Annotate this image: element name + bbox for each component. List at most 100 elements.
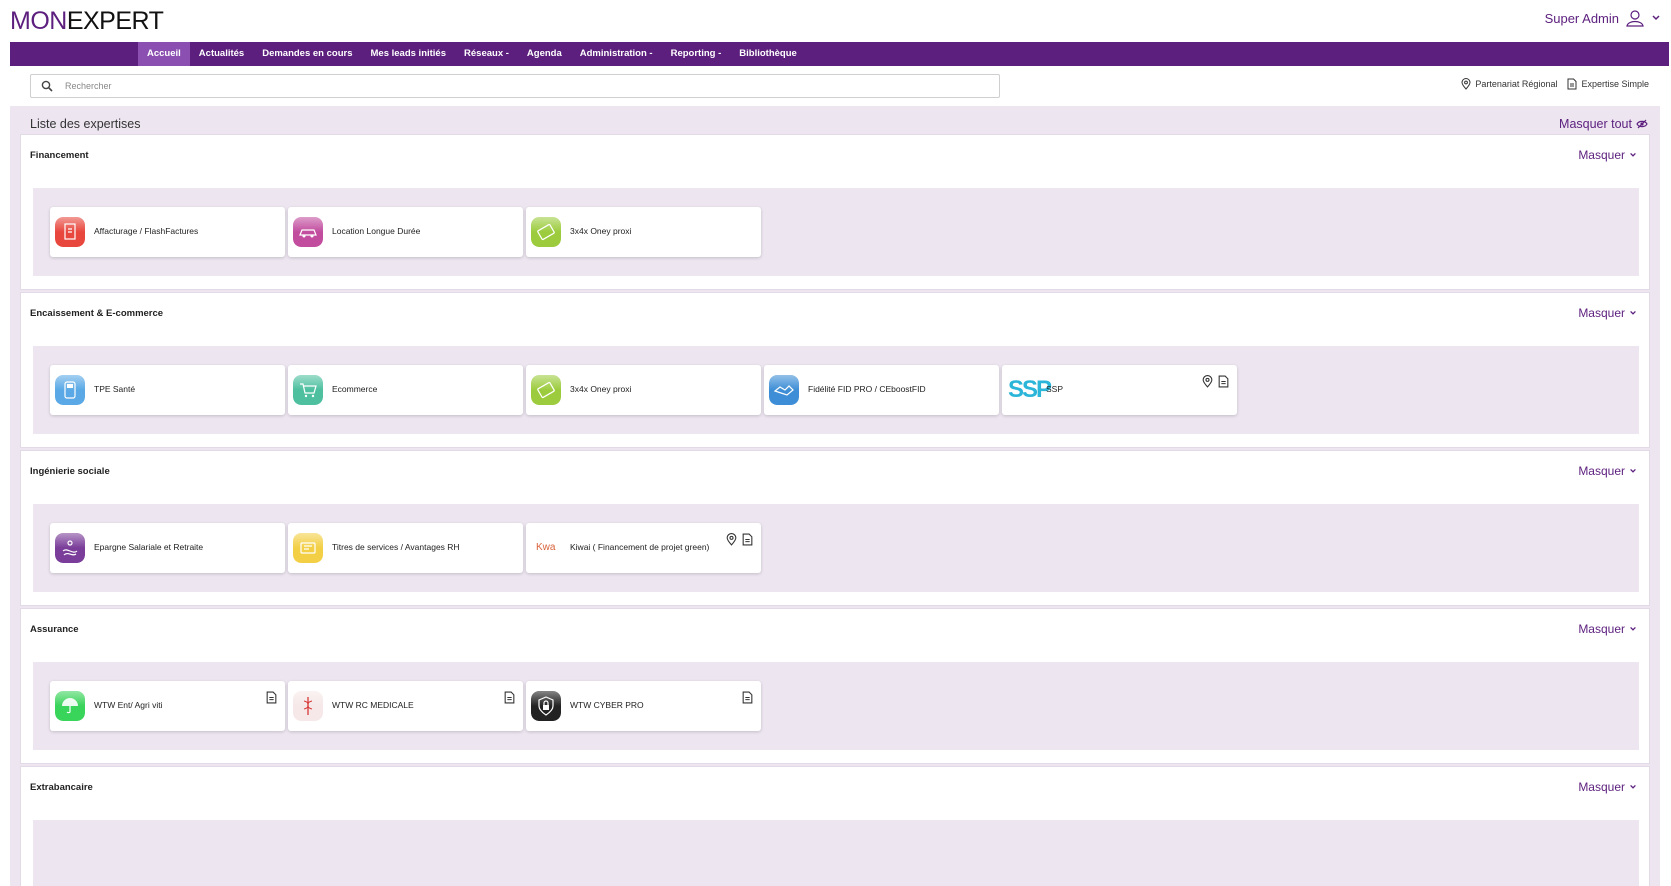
section-cards: Affacturage / FlashFactures Location Long… <box>33 188 1639 276</box>
expertise-card[interactable]: SSP SSP <box>1002 365 1237 415</box>
list-title: Liste des expertises <box>30 117 141 131</box>
section-toggle-button[interactable]: Masquer <box>1578 780 1637 794</box>
terminal-icon <box>55 375 85 405</box>
expertise-card[interactable]: WTW RC MEDICALE <box>288 681 523 731</box>
document-icon <box>742 691 753 704</box>
document-icon <box>1567 78 1577 90</box>
section-toggle-button[interactable]: Masquer <box>1578 464 1637 478</box>
nav-item-réseaux[interactable]: Réseaux - <box>455 42 518 66</box>
card-label: WTW Ent/ Agri viti <box>94 700 163 710</box>
section-title: Ingénierie sociale <box>30 466 110 477</box>
expertise-card[interactable]: Epargne Salariale et Retraite <box>50 523 285 573</box>
nav-item-accueil[interactable]: Accueil <box>138 42 190 66</box>
document-icon <box>1218 375 1229 388</box>
legend: Partenariat Régional Expertise Simple <box>1461 78 1649 90</box>
section-assurance: Assurance Masquer WTW Ent/ Agri viti WTW RC… <box>20 608 1650 764</box>
caduceus-icon <box>293 691 323 721</box>
section-cards: WTW Ent/ Agri viti WTW RC MEDICALE WTW CYB… <box>33 662 1639 750</box>
card-label: Ecommerce <box>332 384 378 394</box>
card-label: 3x4x Oney proxi <box>570 384 632 394</box>
search-input[interactable] <box>65 78 985 94</box>
expertise-list: Liste des expertises Masquer tout Financ… <box>10 106 1660 886</box>
document-icon <box>742 533 753 546</box>
section-cards: Epargne Salariale et Retraite Titres de s… <box>33 504 1639 592</box>
user-name: Super Admin <box>1544 10 1619 26</box>
card-label: WTW CYBER PRO <box>570 700 644 710</box>
top-bar: MONEXPERT Super Admin <box>0 0 1671 42</box>
chevron-down-icon <box>1630 626 1636 631</box>
car-icon <box>293 217 323 247</box>
document-icon <box>504 691 515 704</box>
card-label: 3x4x Oney proxi <box>570 226 632 236</box>
nav-item-administration[interactable]: Administration - <box>571 42 662 66</box>
user-menu[interactable]: Super Admin <box>1545 8 1661 28</box>
card-flags <box>504 691 515 704</box>
expertise-card[interactable]: Affacturage / FlashFactures <box>50 207 285 257</box>
expertise-card[interactable]: Fidélité FID PRO / CEboostFID <box>764 365 999 415</box>
section-financement: Financement Masquer Affacturage / FlashFac… <box>20 134 1650 290</box>
section-encaissement-e-commerce: Encaissement & E-commerce Masquer TPE Sant… <box>20 292 1650 448</box>
nav-item-bibliothèque[interactable]: Bibliothèque <box>730 42 806 66</box>
section-title: Assurance <box>30 624 79 635</box>
card-label: Fidélité FID PRO / CEboostFID <box>808 384 926 394</box>
card-label: Kiwai ( Financement de projet green) <box>570 542 710 552</box>
map-pin-icon <box>726 533 737 546</box>
section-toggle-button[interactable]: Masquer <box>1578 306 1637 320</box>
chevron-down-icon <box>1630 310 1636 315</box>
nav-item-actualités[interactable]: Actualités <box>190 42 253 66</box>
hide-all-button[interactable]: Masquer tout <box>1559 117 1648 131</box>
logo[interactable]: MONEXPERT <box>10 6 164 36</box>
kiwai-logo-icon: Kwa <box>536 542 556 553</box>
section-toggle-button[interactable]: Masquer <box>1578 622 1637 636</box>
expertise-card[interactable]: WTW CYBER PRO <box>526 681 761 731</box>
map-pin-icon <box>1202 375 1213 388</box>
nav-item-agenda[interactable]: Agenda <box>518 42 571 66</box>
card-label: WTW RC MEDICALE <box>332 700 414 710</box>
section-title: Extrabancaire <box>30 782 93 793</box>
expertise-card[interactable]: Titres de services / Avantages RH <box>288 523 523 573</box>
section-toggle-button[interactable]: Masquer <box>1578 148 1637 162</box>
card-label: SSP <box>1046 384 1064 394</box>
expertise-card[interactable]: 3x4x Oney proxi <box>526 365 761 415</box>
expertise-card[interactable]: TPE Santé <box>50 365 285 415</box>
expertise-card[interactable]: WTW Ent/ Agri viti <box>50 681 285 731</box>
search-bar <box>30 74 1000 98</box>
section-cards: TPE Santé Ecommerce 3x4x Oney proxi Fidélit… <box>33 346 1639 434</box>
chevron-down-icon <box>1652 15 1660 21</box>
section-extrabancaire: Extrabancaire Masquer <box>20 766 1650 886</box>
legend-simple: Expertise Simple <box>1567 78 1649 90</box>
nav-item-demandes-en-cours[interactable]: Demandes en cours <box>253 42 361 66</box>
cart-icon <box>293 375 323 405</box>
card-flags <box>1202 375 1229 388</box>
nav-item-reporting[interactable]: Reporting - <box>662 42 731 66</box>
section-cards <box>33 820 1639 886</box>
ssp-logo-icon: SSP <box>1008 376 1052 403</box>
expertise-card[interactable]: Location Longue Durée <box>288 207 523 257</box>
invoice-icon <box>55 217 85 247</box>
card-flags <box>266 691 277 704</box>
card-icon <box>531 375 561 405</box>
savings-icon <box>55 533 85 563</box>
card-label: TPE Santé <box>94 384 136 394</box>
expertise-card[interactable]: Ecommerce <box>288 365 523 415</box>
shield-lock-icon <box>531 691 561 721</box>
nav-item-mes-leads-initiés[interactable]: Mes leads initiés <box>362 42 456 66</box>
card-label: Epargne Salariale et Retraite <box>94 542 204 552</box>
expertise-card[interactable]: Kwa Kiwai ( Financement de projet green) <box>526 523 761 573</box>
card-label: Affacturage / FlashFactures <box>94 226 199 236</box>
voucher-icon <box>293 533 323 563</box>
card-label: Titres de services / Avantages RH <box>332 542 460 552</box>
search-icon <box>41 80 53 92</box>
eye-off-icon <box>1636 119 1648 129</box>
section-title: Encaissement & E-commerce <box>30 308 164 319</box>
chevron-down-icon <box>1630 468 1636 473</box>
card-flags <box>742 691 753 704</box>
card-icon <box>531 217 561 247</box>
document-icon <box>266 691 277 704</box>
chevron-down-icon <box>1630 784 1636 789</box>
umbrella-icon <box>55 691 85 721</box>
section-title: Financement <box>30 150 89 161</box>
legend-regional: Partenariat Régional <box>1461 78 1557 90</box>
chevron-down-icon <box>1630 152 1636 157</box>
expertise-card[interactable]: 3x4x Oney proxi <box>526 207 761 257</box>
